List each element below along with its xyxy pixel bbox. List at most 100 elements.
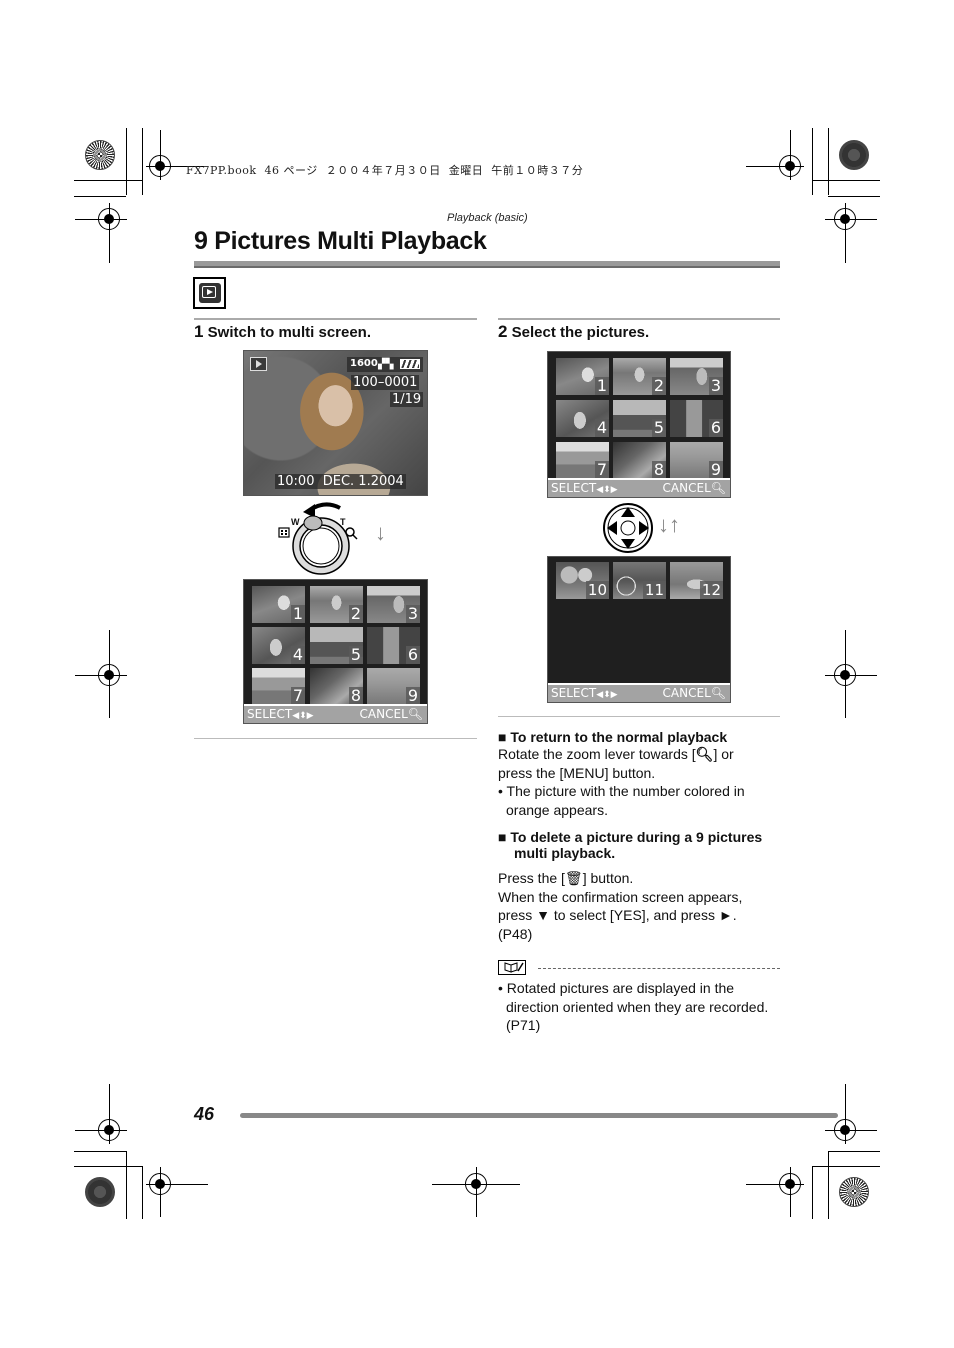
thumbnail[interactable]: 10	[556, 562, 609, 599]
zoom-t-icon: 🔍︎	[710, 686, 726, 700]
cursor-pad-icon	[603, 503, 653, 553]
multi-screen-guide-bar: SELECT◀⬍▶ CANCEL🔍︎	[244, 704, 427, 723]
rotate-direction-arrow: ↓	[375, 520, 386, 545]
playback-mode-icon	[193, 277, 226, 309]
zoom-lever-icon	[278, 502, 358, 575]
return-bullet: • The picture with the number colored in	[498, 783, 745, 799]
note-bullet-cont: direction oriented when they are recorde…	[506, 998, 769, 1015]
return-text-line1: Rotate the zoom lever towards [🔍︎] or	[498, 746, 734, 762]
delete-heading-cont: multi playback.	[514, 845, 616, 861]
zoom-t-icon: 🔍︎	[710, 481, 726, 495]
zoom-lever-diagram: W T ↓	[275, 498, 415, 578]
multi-playback-screen-step1: 1 2 3 4 5 6 7 8 9 SELECT◀⬍▶ CANCEL🔍︎	[243, 579, 428, 724]
select-label: SELECT	[247, 707, 293, 721]
print-header: FX7PP.book 46 ページ ２００４年７月３０日 金曜日 午前１０時３７…	[186, 164, 584, 177]
date-time: 10:00 DEC. 1.2004	[275, 474, 406, 489]
cursor-button-diagram: ↓↑	[602, 502, 712, 554]
step2-heading: 2 Select the pictures.	[498, 322, 649, 342]
select-label: SELECT	[551, 481, 597, 495]
return-text-line2: press the [MENU] button.	[498, 764, 656, 781]
return-bullet-cont: orange appears.	[506, 801, 608, 818]
quality-icon: ▞▚	[378, 359, 394, 370]
trash-icon: 🗑︎	[564, 870, 583, 886]
bullet-square-icon: ■	[498, 829, 507, 845]
select-label: SELECT	[551, 686, 597, 700]
step2-rule	[498, 318, 780, 320]
picture-counter: 1/19	[390, 392, 424, 407]
thumbnail[interactable]: 9	[367, 668, 420, 705]
thumbnail[interactable]: 8	[310, 668, 363, 705]
iso-value: 1600	[350, 358, 378, 369]
single-playback-screen: 1600 ▞▚ 100–0001 1/19 10:00 DEC. 1.2004	[243, 350, 428, 496]
return-section: ■ To return to the normal playback Rotat…	[498, 729, 788, 819]
title-underline-bar	[194, 261, 780, 268]
step1-heading: 1 Switch to multi screen.	[194, 322, 371, 342]
thumbnail[interactable]: 12	[670, 562, 723, 599]
thumbnail[interactable]: 9	[670, 442, 723, 479]
thumbnail[interactable]: 3	[367, 586, 420, 623]
multi-screen-guide-bar: SELECT◀⬍▶ CANCEL🔍︎	[548, 478, 730, 497]
folder-file-number: 100–0001	[351, 375, 420, 390]
step2-number: 2	[498, 322, 508, 341]
footer-bar	[240, 1113, 838, 1118]
thumbnail[interactable]: 4	[252, 627, 305, 664]
thumbnail[interactable]: 7	[556, 442, 609, 479]
thumbnail[interactable]: 6	[670, 400, 723, 437]
thumbnail[interactable]: 3	[670, 358, 723, 395]
thumbnail[interactable]: 6	[367, 627, 420, 664]
delete-text-line1: Press the [🗑︎] button.	[498, 870, 634, 886]
battery-icon	[400, 359, 420, 369]
playback-indicator-icon	[250, 357, 267, 371]
tele-label: T	[340, 517, 346, 527]
page-number: 46	[194, 1104, 215, 1124]
multi-screen-guide-bar: SELECT◀⬍▶ CANCEL🔍︎	[548, 683, 730, 702]
note-dashed-rule	[538, 968, 780, 969]
bullet-square-icon: ■	[498, 729, 507, 745]
four-way-arrows-icon: ◀⬍▶	[292, 711, 314, 721]
registration-star-icon	[839, 1177, 869, 1207]
thumbnail[interactable]: 5	[310, 627, 363, 664]
page-scroll-arrows: ↓↑	[658, 512, 680, 537]
delete-text-line3: press ▼ to select [YES], and press ►.	[498, 907, 737, 923]
step2-label: Select the pictures.	[511, 324, 650, 341]
thumbnail[interactable]: 1	[252, 586, 305, 623]
four-way-arrows-icon: ◀⬍▶	[596, 485, 618, 495]
thumbnail[interactable]: 11	[613, 562, 666, 599]
note-bullet: • Rotated pictures are displayed in the	[498, 980, 735, 996]
delete-heading: ■ To delete a picture during a 9 picture…	[498, 829, 763, 845]
wide-label: W	[291, 517, 300, 527]
thumbnail[interactable]: 2	[613, 358, 666, 395]
registration-star-icon	[85, 140, 115, 170]
zoom-t-icon: 🔍︎	[407, 707, 423, 721]
step1-bottom-rule	[194, 738, 477, 739]
thumbnail[interactable]: 4	[556, 400, 609, 437]
note-section: • Rotated pictures are displayed in the …	[498, 979, 788, 1035]
note-book-icon	[498, 960, 526, 975]
thumbnail[interactable]: 1	[556, 358, 609, 395]
registration-star-icon	[85, 1177, 115, 1207]
note-bullet-ref: (P71)	[506, 1017, 541, 1033]
multi-playback-screen-page2: 10 11 12 SELECT◀⬍▶ CANCEL🔍︎	[547, 556, 731, 703]
four-way-arrows-icon: ◀⬍▶	[596, 690, 618, 700]
section-label: Playback (basic)	[447, 212, 528, 224]
multi-playback-screen-page1: 1 2 3 4 5 6 7 8 9 SELECT◀⬍▶ CANCEL🔍︎	[547, 351, 731, 498]
cancel-label: CANCEL	[662, 481, 711, 495]
delete-text-line2: When the confirmation screen appears,	[498, 888, 743, 905]
step2-bottom-rule	[498, 716, 780, 717]
return-heading: ■ To return to the normal playback	[498, 729, 728, 745]
thumbnail[interactable]: 7	[252, 668, 305, 705]
thumbnail[interactable]: 8	[613, 442, 666, 479]
zoom-t-icon: 🔍︎	[695, 746, 714, 762]
cancel-label: CANCEL	[359, 707, 408, 721]
cancel-label: CANCEL	[662, 686, 711, 700]
registration-star-icon	[839, 140, 869, 170]
thumbnail[interactable]: 2	[310, 586, 363, 623]
delete-section: ■ To delete a picture during a 9 picture…	[498, 829, 788, 943]
step1-label: Switch to multi screen.	[207, 324, 372, 341]
step1-number: 1	[194, 322, 204, 341]
page-title: 9 Pictures Multi Playback	[194, 227, 487, 255]
thumbnail[interactable]: 5	[613, 400, 666, 437]
step1-rule	[194, 318, 477, 320]
status-row: 1600 ▞▚	[347, 357, 423, 372]
delete-text-line4: (P48)	[498, 925, 533, 942]
